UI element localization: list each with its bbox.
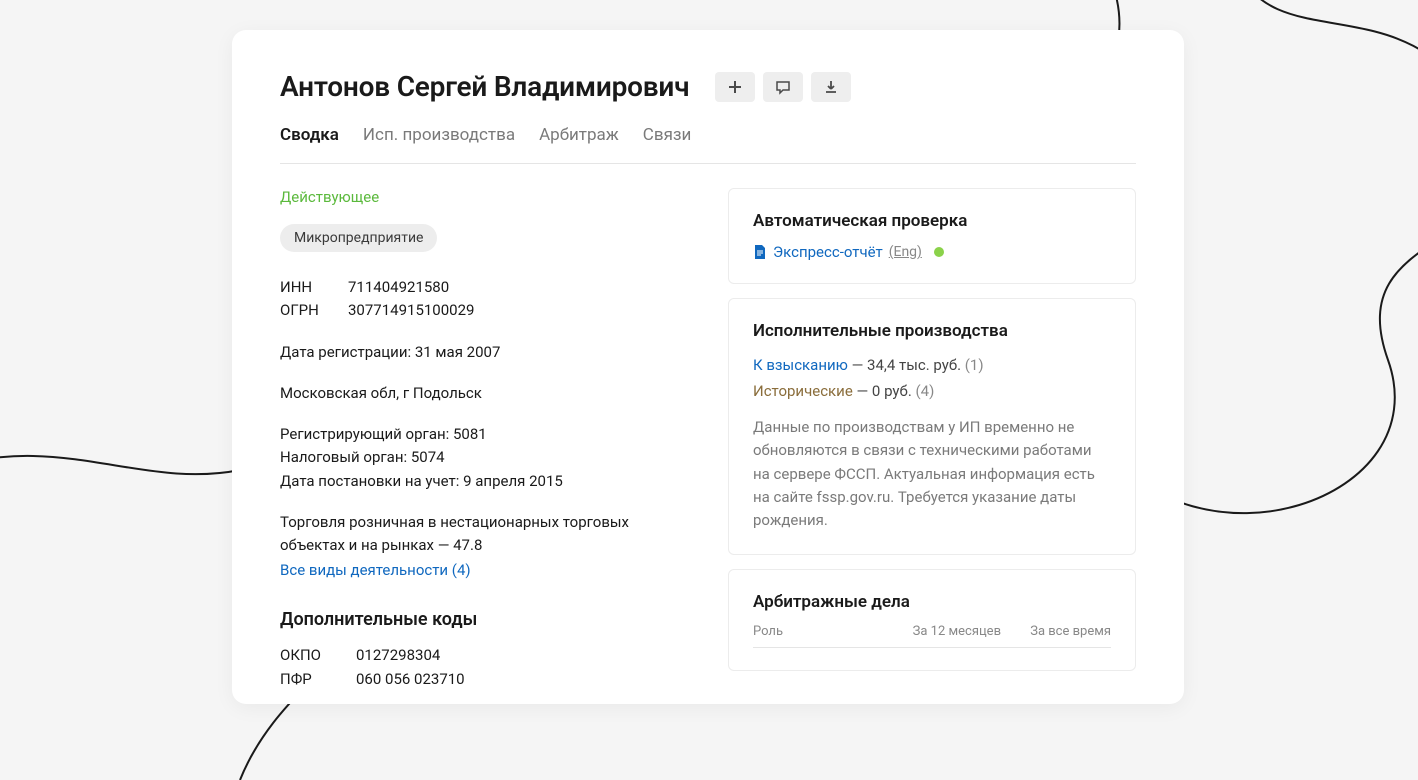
status-dot-green (934, 247, 944, 257)
historical-link[interactable]: Исторические (753, 382, 853, 400)
comment-button[interactable] (763, 72, 803, 102)
pfr-row: ПФР 060 056 023710 (280, 668, 688, 691)
ogrn-label: ОГРН (280, 299, 330, 322)
th-all-time: За все время (1001, 624, 1111, 639)
tab-connections[interactable]: Связи (643, 125, 692, 145)
historical-count: (4) (916, 382, 935, 400)
plus-icon (727, 79, 743, 95)
to-recover-value: — 34,4 тыс. руб. (848, 356, 965, 374)
historical-row: Исторические — 0 руб. (4) (753, 379, 1111, 405)
to-recover-count: (1) (965, 356, 984, 374)
arbitration-title: Арбитражные дела (753, 592, 1111, 612)
document-icon (753, 244, 767, 260)
side-panels: Автоматическая проверка Экспресс-отчёт (… (728, 188, 1136, 691)
header-actions (715, 72, 851, 102)
pfr-value: 060 056 023710 (356, 668, 465, 691)
proceedings-title: Исполнительные производства (753, 321, 1111, 341)
proceedings-note: Данные по производствам у ИП временно не… (753, 416, 1111, 532)
tab-summary[interactable]: Сводка (280, 125, 339, 145)
express-report-eng[interactable]: (Eng) (889, 244, 922, 260)
download-button[interactable] (811, 72, 851, 102)
status-active: Действующее (280, 188, 688, 206)
profile-card: Антонов Сергей Владимирович Сводка Исп. … (232, 30, 1184, 704)
auto-check-panel: Автоматическая проверка Экспресс-отчёт (… (728, 188, 1136, 284)
arbitration-table-head: Роль За 12 месяцев За все время (753, 624, 1111, 648)
express-report-link[interactable]: Экспресс-отчёт (773, 243, 883, 261)
tab-enforcement[interactable]: Исп. производства (363, 125, 515, 145)
extra-codes-title: Дополнительные коды (280, 609, 688, 630)
summary-column: Действующее Микропредприятие ИНН 7114049… (280, 188, 688, 691)
historical-value: — 0 руб. (853, 382, 916, 400)
enterprise-badge: Микропредприятие (280, 224, 437, 252)
okpo-label: ОКПО (280, 644, 338, 667)
header-row: Антонов Сергей Владимирович (280, 70, 1136, 103)
add-button[interactable] (715, 72, 755, 102)
tabs: Сводка Исп. производства Арбитраж Связи (280, 125, 1136, 145)
tabs-divider (280, 163, 1136, 164)
tab-arbitration[interactable]: Арбитраж (539, 125, 619, 145)
comment-icon (775, 79, 791, 95)
okpo-value: 0127298304 (356, 644, 440, 667)
th-role: Роль (753, 624, 881, 639)
th-12-months: За 12 месяцев (881, 624, 1001, 639)
inn-value: 711404921580 (348, 276, 449, 299)
ogrn-value: 307714915100029 (348, 299, 474, 322)
proceedings-panel: Исполнительные производства К взысканию … (728, 298, 1136, 555)
pfr-label: ПФР (280, 668, 338, 691)
content-area: Действующее Микропредприятие ИНН 7114049… (280, 188, 1136, 691)
inn-row: ИНН 711404921580 (280, 276, 688, 299)
reg-authority: Регистрирующий орган: 5081 (280, 423, 688, 446)
region: Московская обл, г Подольск (280, 382, 688, 405)
inn-label: ИНН (280, 276, 330, 299)
main-activity: Торговля розничная в нестационарных торг… (280, 511, 688, 558)
reg-date: Дата регистрации: 31 мая 2007 (280, 341, 688, 364)
tax-reg-date: Дата постановки на учет: 9 апреля 2015 (280, 470, 688, 493)
express-report-row: Экспресс-отчёт (Eng) (753, 243, 1111, 261)
auto-check-title: Автоматическая проверка (753, 211, 1111, 231)
arbitration-panel: Арбитражные дела Роль За 12 месяцев За в… (728, 569, 1136, 671)
download-icon (823, 79, 839, 95)
tax-authority: Налоговый орган: 5074 (280, 446, 688, 469)
all-activities-link[interactable]: Все виды деятельности (4) (280, 561, 471, 579)
to-recover-row: К взысканию — 34,4 тыс. руб. (1) (753, 353, 1111, 379)
okpo-row: ОКПО 0127298304 (280, 644, 688, 667)
to-recover-link[interactable]: К взысканию (753, 356, 848, 374)
page-title: Антонов Сергей Владимирович (280, 70, 689, 103)
ogrn-row: ОГРН 307714915100029 (280, 299, 688, 322)
